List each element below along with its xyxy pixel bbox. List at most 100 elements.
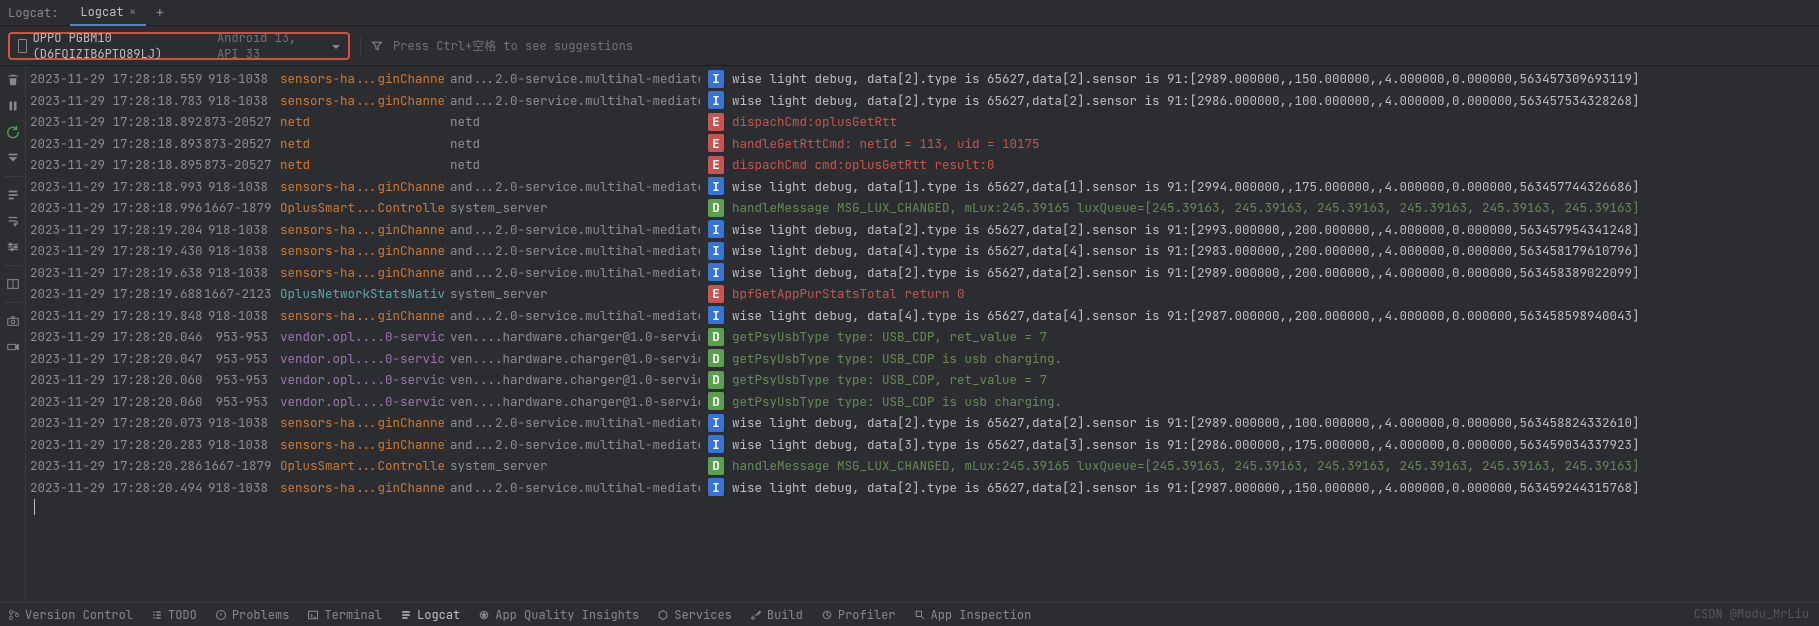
- log-pid: 953-953: [204, 369, 276, 391]
- log-line[interactable]: 2023-11-29 17:28:18.783918-1038sensors-h…: [30, 90, 1819, 112]
- tab-terminal[interactable]: Terminal: [307, 607, 382, 623]
- log-line[interactable]: 2023-11-29 17:28:20.047953-953vendor.opl…: [30, 348, 1819, 370]
- filter-input[interactable]: Press Ctrl+空格 to see suggestions: [393, 37, 633, 54]
- record-button[interactable]: [3, 337, 23, 357]
- log-line[interactable]: 2023-11-29 17:28:20.283918-1038sensors-h…: [30, 434, 1819, 456]
- tab-build[interactable]: Build: [750, 607, 803, 623]
- screenshot-button[interactable]: [3, 311, 23, 331]
- log-timestamp: 2023-11-29 17:28:20.060: [30, 369, 200, 391]
- log-line[interactable]: 2023-11-29 17:28:20.073918-1038sensors-h…: [30, 412, 1819, 434]
- log-tag: OplusSmart...Controller: [280, 455, 446, 477]
- log-line[interactable]: 2023-11-29 17:28:20.046953-953vendor.opl…: [30, 326, 1819, 348]
- log-line[interactable]: 2023-11-29 17:28:19.430918-1038sensors-h…: [30, 240, 1819, 262]
- scroll-to-end-button[interactable]: [3, 148, 23, 168]
- phone-icon: [18, 39, 27, 53]
- log-package: and...2.0-service.multihal-mediatek: [450, 240, 700, 262]
- tab-logcat[interactable]: Logcat ✕: [70, 0, 145, 26]
- log-message: wise light debug, data[2].type is 65627,…: [732, 90, 1819, 112]
- log-viewport[interactable]: 2023-11-29 17:28:18.559918-1038sensors-h…: [26, 66, 1819, 602]
- log-pid: 1667-2123: [204, 283, 276, 305]
- log-package: ven....hardware.charger@1.0-service: [450, 326, 700, 348]
- log-tag: sensors-ha...ginChannel: [280, 434, 446, 456]
- log-tag: sensors-ha...ginChannel: [280, 176, 446, 198]
- tab-profiler[interactable]: Profiler: [821, 607, 896, 623]
- log-line[interactable]: 2023-11-29 17:28:20.060953-953vendor.opl…: [30, 369, 1819, 391]
- log-tag: sensors-ha...ginChannel: [280, 68, 446, 90]
- tab-app-inspection[interactable]: App Inspection: [914, 607, 1032, 623]
- add-tab-button[interactable]: +: [146, 4, 174, 22]
- restart-button[interactable]: [3, 122, 23, 142]
- log-message: dispachCmd:oplusGetRtt: [732, 111, 1819, 133]
- separator: [4, 265, 22, 266]
- tab-version-control[interactable]: Version Control: [8, 607, 133, 623]
- soft-wrap-button[interactable]: [3, 211, 23, 231]
- tab-logcat-bottom[interactable]: Logcat: [400, 607, 460, 623]
- log-message: handleMessage MSG_LUX_CHANGED, mLux:245.…: [732, 455, 1819, 477]
- log-line[interactable]: 2023-11-29 17:28:18.892873-20527netdnetd…: [30, 111, 1819, 133]
- log-pid: 918-1038: [204, 90, 276, 112]
- separator: [4, 176, 22, 177]
- log-level-badge: I: [708, 306, 724, 324]
- log-line[interactable]: 2023-11-29 17:28:20.2861667-1879OplusSma…: [30, 455, 1819, 477]
- log-line[interactable]: 2023-11-29 17:28:18.559918-1038sensors-h…: [30, 68, 1819, 90]
- log-package: and...2.0-service.multihal-mediatek: [450, 219, 700, 241]
- split-button[interactable]: [3, 274, 23, 294]
- log-tag: vendor.opl....0-service: [280, 326, 446, 348]
- tab-app-quality[interactable]: App Quality Insights: [478, 607, 639, 623]
- clear-log-button[interactable]: [3, 70, 23, 90]
- log-package: and...2.0-service.multihal-mediatek: [450, 262, 700, 284]
- log-message: getPsyUsbType type: USB_CDP, ret_value =…: [732, 369, 1819, 391]
- log-line[interactable]: 2023-11-29 17:28:19.848918-1038sensors-h…: [30, 305, 1819, 327]
- log-line[interactable]: 2023-11-29 17:28:18.893873-20527netdnetd…: [30, 133, 1819, 155]
- log-line[interactable]: 2023-11-29 17:28:20.060953-953vendor.opl…: [30, 391, 1819, 413]
- log-line[interactable]: 2023-11-29 17:28:18.895873-20527netdnetd…: [30, 154, 1819, 176]
- tab-services[interactable]: Services: [657, 607, 732, 623]
- watermark: CSDN @Modu_MrLiu: [1694, 606, 1809, 622]
- log-timestamp: 2023-11-29 17:28:20.047: [30, 348, 200, 370]
- pause-button[interactable]: [3, 96, 23, 116]
- log-package: and...2.0-service.multihal-mediatek: [450, 434, 700, 456]
- log-tag: vendor.opl....0-service: [280, 391, 446, 413]
- tab-todo[interactable]: TODO: [151, 607, 197, 623]
- tab-problems[interactable]: Problems: [215, 607, 290, 623]
- log-timestamp: 2023-11-29 17:28:18.783: [30, 90, 200, 112]
- log-package: and...2.0-service.multihal-mediatek: [450, 412, 700, 434]
- log-pid: 918-1038: [204, 412, 276, 434]
- log-message: dispachCmd cmd:oplusGetRtt result:0: [732, 154, 1819, 176]
- close-icon[interactable]: ✕: [130, 5, 136, 18]
- log-line[interactable]: 2023-11-29 17:28:20.494918-1038sensors-h…: [30, 477, 1819, 499]
- log-level-badge: I: [708, 177, 724, 195]
- log-message: wise light debug, data[1].type is 65627,…: [732, 176, 1819, 198]
- log-timestamp: 2023-11-29 17:28:18.893: [30, 133, 200, 155]
- log-level-badge: D: [708, 392, 724, 410]
- log-message: wise light debug, data[2].type is 65627,…: [732, 262, 1819, 284]
- log-level-badge: I: [708, 263, 724, 281]
- log-message: wise light debug, data[2].type is 65627,…: [732, 412, 1819, 434]
- log-level-badge: E: [708, 285, 724, 303]
- log-timestamp: 2023-11-29 17:28:20.286: [30, 455, 200, 477]
- log-level-badge: D: [708, 328, 724, 346]
- log-package: system_server: [450, 283, 700, 305]
- device-selector[interactable]: OPPO PGBM10 (D6FQIZIB6PTO89LJ) Android 1…: [8, 32, 350, 60]
- log-message: bpfGetAppPurStatsTotal return 0: [732, 283, 1819, 305]
- log-level-badge: E: [708, 113, 724, 131]
- log-message: getPsyUsbType type: USB_CDP is usb charg…: [732, 391, 1819, 413]
- log-level-badge: D: [708, 457, 724, 475]
- log-line[interactable]: 2023-11-29 17:28:19.204918-1038sensors-h…: [30, 219, 1819, 241]
- log-message: handleGetRttCmd: netId = 113, uid = 1017…: [732, 133, 1819, 155]
- log-level-badge: I: [708, 242, 724, 260]
- log-pid: 873-20527: [204, 111, 276, 133]
- previous-button[interactable]: [3, 185, 23, 205]
- log-package: and...2.0-service.multihal-mediatek: [450, 68, 700, 90]
- settings-button[interactable]: [3, 237, 23, 257]
- log-tag: sensors-ha...ginChannel: [280, 240, 446, 262]
- log-line[interactable]: 2023-11-29 17:28:18.993918-1038sensors-h…: [30, 176, 1819, 198]
- log-timestamp: 2023-11-29 17:28:18.993: [30, 176, 200, 198]
- log-level-badge: D: [708, 349, 724, 367]
- log-tag: sensors-ha...ginChannel: [280, 262, 446, 284]
- log-line[interactable]: 2023-11-29 17:28:18.9961667-1879OplusSma…: [30, 197, 1819, 219]
- log-tag: netd: [280, 111, 446, 133]
- log-line[interactable]: 2023-11-29 17:28:19.638918-1038sensors-h…: [30, 262, 1819, 284]
- log-level-badge: D: [708, 371, 724, 389]
- log-line[interactable]: 2023-11-29 17:28:19.6881667-2123OplusNet…: [30, 283, 1819, 305]
